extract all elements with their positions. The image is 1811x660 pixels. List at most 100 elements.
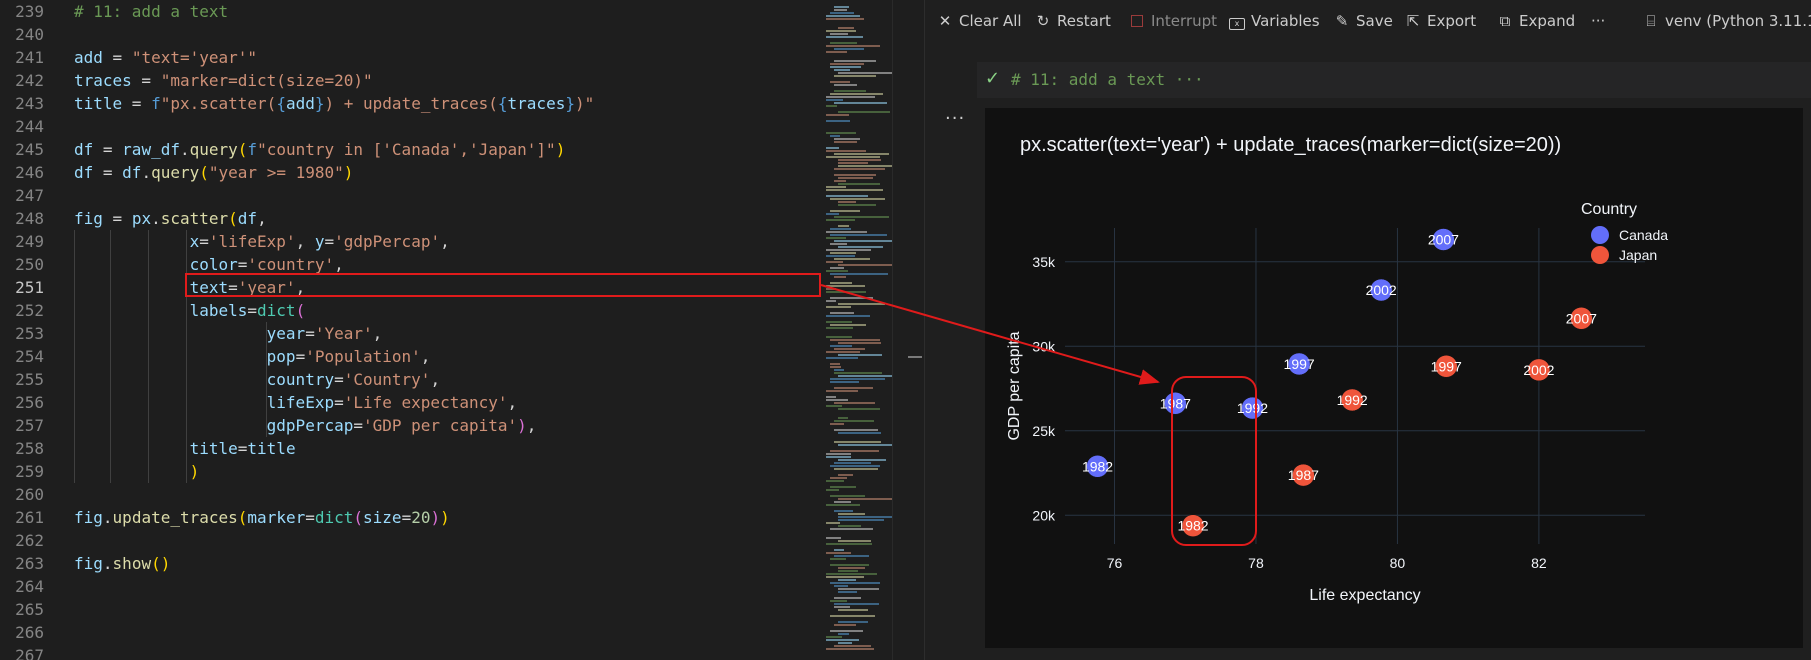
code-line[interactable]: 255 country='Country', [0,368,820,391]
line-number: 240 [15,25,44,44]
interrupt-button[interactable]: Interrupt [1129,10,1217,32]
annotation-highlight-box [185,273,821,297]
code-text: title=title [189,439,296,458]
minimap-line [826,195,868,197]
code-line[interactable]: 260 [0,483,820,506]
code-line[interactable]: 248 fig = px.scatter(df, [0,207,820,230]
data-label: 1997 [1284,356,1315,372]
minimap-line [830,381,859,383]
minimap[interactable] [822,0,896,660]
minimap-line [834,141,857,143]
code-line[interactable]: 253 year='Year', [0,322,820,345]
minimap-line [826,522,840,524]
minimap-line [834,555,869,557]
data-label: 1982 [1082,458,1113,474]
line-number: 244 [15,117,44,136]
minimap-line [834,468,878,470]
more-actions-button[interactable]: ··· [1591,10,1605,32]
minimap-line [826,636,842,638]
minimap-line [826,537,841,539]
more-actions-label: ··· [1591,12,1606,30]
code-line[interactable]: 263 fig.show() [0,552,820,575]
minimap-line [830,528,873,530]
minimap-line [826,18,864,20]
minimap-line [826,456,851,458]
minimap-line [838,579,856,581]
minimap-line [826,543,872,545]
code-line[interactable]: 244 [0,115,820,138]
line-number: 247 [15,186,44,205]
data-label: 1992 [1337,392,1368,408]
minimap-line [834,606,850,608]
code-line[interactable]: 261 fig.update_traces(marker=dict(size=20… [0,506,820,529]
code-line[interactable]: 265 [0,598,820,621]
minimap-line [826,576,864,578]
minimap-line [830,273,888,275]
minimap-line [838,354,882,356]
code-text: df = raw_df.query(f"country in ['Canada'… [74,140,566,159]
minimap-line [826,552,851,554]
code-line[interactable]: 266 [0,621,820,644]
minimap-line [830,600,847,602]
line-number: 248 [15,209,44,228]
minimap-line [826,396,836,398]
minimap-line [826,336,852,338]
code-line[interactable]: 239 # 11: add a text [0,0,820,23]
minimap-line [826,390,858,392]
minimap-line [826,36,863,38]
code-line[interactable]: 257 gdpPercap='GDP per capita'), [0,414,820,437]
minimap-line [826,285,865,287]
minimap-line [826,288,836,290]
minimap-line [834,369,844,371]
minimap-line [834,6,849,8]
minimap-line [838,165,893,167]
code-line[interactable]: 258 title=title [0,437,820,460]
code-line[interactable]: 264 [0,575,820,598]
minimap-line [830,282,852,284]
code-line[interactable]: 254 pop='Population', [0,345,820,368]
minimap-line [838,162,868,164]
restart-button[interactable]: ↻ Restart [1035,10,1111,32]
code-editor[interactable]: 239 # 11: add a text 240 241 add = "text='ye… [0,0,820,660]
minimap-line [838,540,871,542]
line-number: 242 [15,71,44,90]
legend-marker-canada [1591,226,1609,244]
variables-label: Variables [1251,12,1320,30]
editor-scrollbar[interactable] [892,0,924,660]
expand-icon: ⧉ [1499,12,1511,30]
code-line[interactable]: 247 [0,184,820,207]
line-number: 257 [15,416,44,435]
code-line[interactable]: 256 lifeExp='Life expectancy', [0,391,820,414]
minimap-line [838,111,890,113]
code-line[interactable]: 252 labels=dict( [0,299,820,322]
minimap-line [826,45,880,47]
code-line[interactable]: 259 ) [0,460,820,483]
variables-button[interactable]: x Variables [1229,10,1320,32]
minimap-line [830,135,840,137]
code-line[interactable]: 267 [0,644,820,660]
code-line[interactable]: 243 title = f"px.scatter({add}) + update_… [0,92,820,115]
y-axis-label: GDP per capita [1006,331,1023,440]
code-line[interactable]: 246 df = df.query("year >= 1980") [0,161,820,184]
scrollbar-thumb[interactable] [908,356,922,358]
scatter-chart[interactable]: px.scatter(text='year') + update_traces(… [985,108,1803,648]
code-line[interactable]: 262 [0,529,820,552]
minimap-line [826,489,839,491]
save-button[interactable]: ✎ Save [1334,10,1393,32]
code-line[interactable]: 245 df = raw_df.query(f"country in ['Cana… [0,138,820,161]
data-label: 1987 [1288,467,1319,483]
cell-input-collapsed[interactable]: ✓ # 11: add a text ··· [977,62,1811,98]
minimap-line [834,549,844,551]
export-button[interactable]: ⇱ Export [1405,10,1476,32]
expand-button[interactable]: ⧉ Expand [1497,10,1575,32]
code-line[interactable]: 241 add = "text='year'" [0,46,820,69]
clear-all-button[interactable]: ✕ Clear All [937,10,1022,32]
cell-output-menu[interactable]: ··· [945,108,965,129]
minimap-line [834,441,881,443]
minimap-line [838,591,857,593]
code-line[interactable]: 242 traces = "marker=dict(size=20)" [0,69,820,92]
code-line[interactable]: 240 [0,23,820,46]
line-number: 259 [15,462,44,481]
code-line[interactable]: 249 x='lifeExp', y='gdpPercap', [0,230,820,253]
kernel-picker[interactable]: ⌸ venv (Python 3.11.1) [1643,10,1811,32]
